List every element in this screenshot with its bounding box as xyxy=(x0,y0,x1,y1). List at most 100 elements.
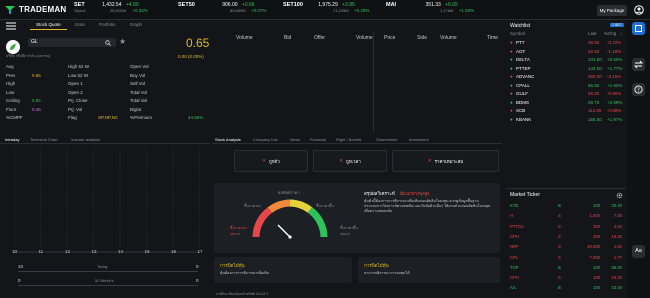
watchlist-symbol: PTT xyxy=(516,40,525,45)
right-toolbar: ? Aa xyxy=(627,20,650,298)
gear-icon[interactable] xyxy=(616,192,623,199)
ticker-volume: 100 xyxy=(593,203,600,208)
ticker-volume: 40,000 xyxy=(587,244,600,250)
quote-label-right: Sell Vol xyxy=(130,81,146,86)
ticker-side: B xyxy=(558,264,561,270)
index-set100[interactable]: SET100 1,975.29 +3.85 71,225M +0.20% xyxy=(283,2,369,14)
intraday-chart-panel: Intraday Technical Chart Volume analysis… xyxy=(0,135,210,298)
tab-right-benefit[interactable]: Right / Benefit xyxy=(336,137,361,142)
watchlist-row[interactable]: ● SCB 112.50 -0.88% xyxy=(506,107,626,115)
tab-technical-chart[interactable]: Technical Chart xyxy=(30,137,58,142)
chart-x-tick: 14 xyxy=(118,249,124,254)
watchlist-row[interactable]: ● GULF 55.25 -0.90% xyxy=(506,90,626,98)
week52-low: 0 xyxy=(18,278,21,283)
tab-scan[interactable]: Scan xyxy=(69,20,91,30)
ticker-side: S xyxy=(558,275,561,281)
watchlist-group-badge[interactable]: 1 SET xyxy=(610,23,624,27)
ticker-row[interactable]: PTTGC S 100 4.04 xyxy=(506,223,626,231)
footer-note: กรณีทะเบียนหุ้นหลักทรัพย์ 04-02-1 xyxy=(216,292,269,296)
watchlist-row[interactable]: ● PTTEP 144.00 +1.77% xyxy=(506,65,626,73)
tab-portfolio[interactable]: Portfolio xyxy=(93,20,122,30)
watchlist-header-symbol: Symbol xyxy=(510,31,526,36)
watchlist-last: 260.00 xyxy=(588,74,602,79)
user-icon[interactable] xyxy=(634,5,644,15)
tab-stock-analysis[interactable]: Stock Analysis xyxy=(215,137,241,142)
watchlist-symbol: BDMS xyxy=(516,99,530,105)
my-package-button[interactable]: My Package xyxy=(597,5,627,16)
quote-label-mid: High 52 W xyxy=(68,64,90,69)
ticker-volume: 7,000 xyxy=(589,254,600,260)
ticker-volume: 100 xyxy=(593,223,600,229)
text-size-icon[interactable]: Aa xyxy=(632,245,645,258)
ticker-row[interactable]: H S 1,500 7.00 xyxy=(506,212,626,220)
ticker-side: S xyxy=(558,254,561,260)
gauge-left-label: ขึ้นราคาลง xyxy=(244,204,261,208)
search-icon[interactable] xyxy=(105,40,111,46)
watchlist-row[interactable]: ● CPALL 66.50 +1.92% xyxy=(506,82,626,90)
depth-header-side: Side xyxy=(417,35,428,41)
ticker-price: 55.00 xyxy=(611,264,622,270)
ticker-price: 7.00 xyxy=(613,213,622,219)
watchlist-row[interactable]: ● AOT 62.50 -1.18% xyxy=(506,48,626,56)
tab-intraday[interactable]: Intraday xyxy=(5,137,19,142)
chart-x-tick: 15 xyxy=(144,249,150,254)
leaf-icon xyxy=(10,44,16,50)
watchlist-change: -0.90% xyxy=(607,91,622,96)
analysis-summary-card: ผลลัพธ์ราคา ขึ้นราคาลง ขึ้นราคาขึ้น ขึ้น… xyxy=(214,183,500,253)
signal-right-time[interactable]: ✕ ถูกเวลา xyxy=(313,150,387,172)
help-icon[interactable]: ? xyxy=(632,83,645,96)
ticker-volume: 100 xyxy=(593,275,600,281)
ticker-symbol: NRF xyxy=(510,244,519,250)
ticker-symbol: CPL xyxy=(510,254,519,260)
market-ticker-panel: Market Ticker KTB B 100 20.40 H S 1,500 7.00 PTT… xyxy=(506,188,626,298)
index-set50[interactable]: SET50 906.00 +0.66 89,669M +0.07% xyxy=(178,2,266,14)
signal-right-stock[interactable]: ✕ ถูกตัว xyxy=(234,150,308,172)
tab-volume-analysis[interactable]: Volume analysis xyxy=(71,137,100,142)
sort-icon[interactable]: ↕ xyxy=(620,31,622,36)
watchlist-row[interactable]: ● PTT 36.50 -0.72% xyxy=(506,39,626,47)
menu-icon[interactable] xyxy=(6,22,16,30)
symbol-search-input[interactable]: GL xyxy=(28,38,116,47)
watchlist-row[interactable]: ● KBANK 155.50 +1.97% xyxy=(506,116,626,124)
favorite-star-icon[interactable]: ★ xyxy=(119,37,126,46)
index-mai[interactable]: MAI 351.33 +6.65 1,176M +1.93% xyxy=(386,2,474,14)
ticker-row[interactable]: NRF S 40,000 1.81 xyxy=(506,243,626,251)
watchlist-title: Watchlist xyxy=(510,23,531,29)
cross-icon: ✕ xyxy=(427,158,432,163)
tab-stock-quote[interactable]: Stock Quote xyxy=(30,20,67,30)
watchlist-row[interactable]: ● DELTA 101.50 +0.50% xyxy=(506,56,626,64)
ticker-row[interactable]: CPH S 100 19.20 xyxy=(506,233,626,241)
cross-icon: ✕ xyxy=(339,158,343,163)
ticker-row[interactable]: CPH S 100 19.20 xyxy=(506,274,626,282)
watchlist-last: 36.50 xyxy=(588,40,600,45)
tab-company-info[interactable]: Company Info xyxy=(253,137,278,142)
trend-dot-icon: ● xyxy=(510,65,513,71)
index-set[interactable]: SET 1,432.54 +4.90 Open1 80,000M +0.34% xyxy=(74,2,148,14)
ticker-row[interactable]: IVL B 100 23.40 xyxy=(506,284,626,292)
watchlist-last: 112.50 xyxy=(588,108,602,113)
advice-card-2-title: การปิดไม้หุ้น xyxy=(364,263,389,268)
watchlist-row[interactable]: ● ADVANC 260.00 -3.16% xyxy=(506,73,626,81)
logo[interactable]: TRADEMAN xyxy=(4,3,66,15)
ticker-row[interactable]: CPL S 7,000 1.77 xyxy=(506,254,626,262)
week52-range-bar xyxy=(18,285,198,286)
chart-x-tick: 16 xyxy=(171,249,177,254)
advice-card-2-body: สามารถพิจารณาการลงทุนได้ xyxy=(364,271,410,275)
watchlist-row[interactable]: ● BDMS 29.75 +2.59% xyxy=(506,99,626,107)
package-icon[interactable] xyxy=(632,22,645,35)
tab-graph[interactable]: Graph xyxy=(124,20,149,30)
watchlist-header-last: Last xyxy=(588,31,597,36)
ticker-volume: 100 xyxy=(593,264,600,270)
trend-dot-icon: ● xyxy=(510,82,513,88)
arrows-icon[interactable] xyxy=(632,58,645,71)
tab-investment[interactable]: Investment xyxy=(409,137,429,142)
ticker-volume: 100 xyxy=(593,233,600,239)
signal-fair-price[interactable]: ✕ ราคาเหมาะสม xyxy=(392,150,499,172)
intraday-chart-grid xyxy=(14,147,200,253)
tab-shareholder[interactable]: Shareholder xyxy=(376,137,398,142)
tab-news[interactable]: News xyxy=(290,137,300,142)
ticker-row[interactable]: KTB B 100 20.40 xyxy=(506,202,626,210)
ticker-price: 4.04 xyxy=(613,223,622,229)
tab-financial[interactable]: Financial xyxy=(310,137,326,142)
ticker-row[interactable]: TOP B 100 55.00 xyxy=(506,264,626,272)
